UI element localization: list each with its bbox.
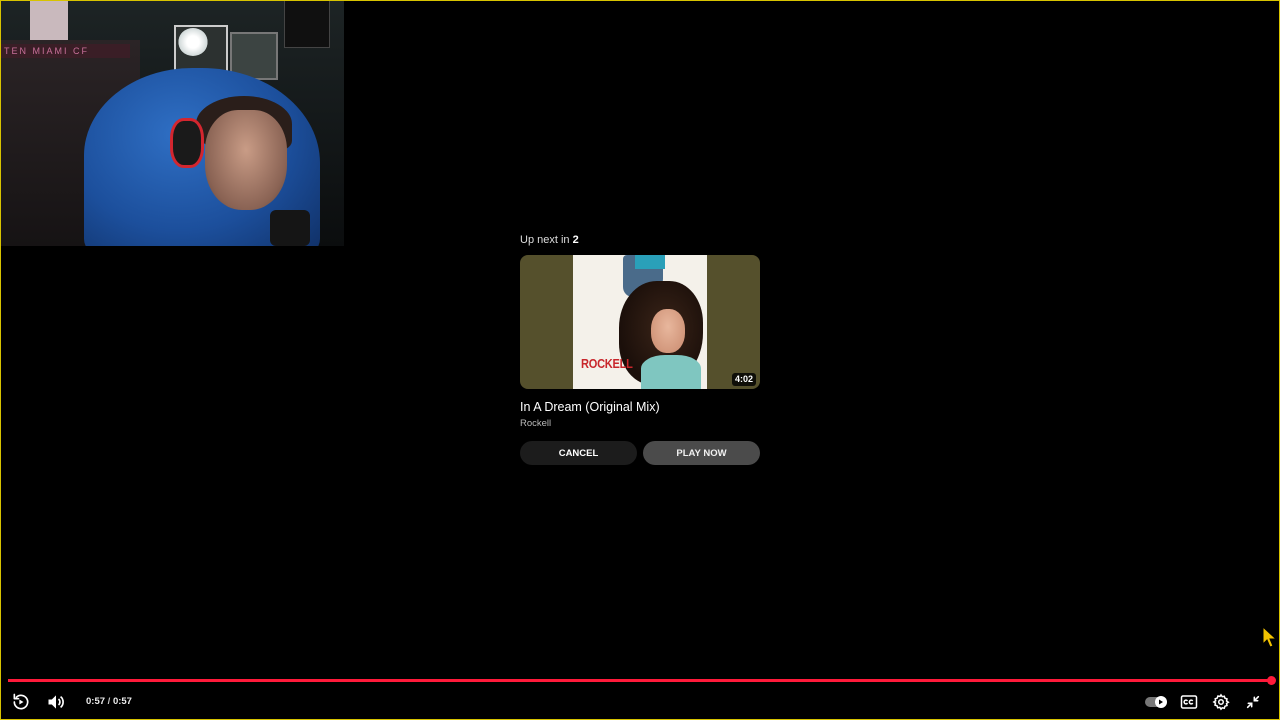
duration-badge: 4:02 <box>731 373 756 386</box>
streamer-face <box>205 110 287 210</box>
up-next-title[interactable]: In A Dream (Original Mix) <box>520 399 760 415</box>
up-next-thumbnail[interactable]: ROCKELL 4:02 <box>520 255 760 389</box>
volume-icon[interactable] <box>42 688 70 716</box>
total-time: 0:57 <box>112 696 132 707</box>
album-cover-brand: ROCKELL <box>581 356 633 371</box>
replay-icon[interactable] <box>7 688 35 716</box>
play-now-button[interactable]: PLAY NOW <box>643 441 760 465</box>
progress-bar[interactable] <box>8 676 1276 685</box>
microphone <box>270 210 310 246</box>
album-cover: ROCKELL <box>573 255 707 389</box>
wall-poster <box>30 0 68 40</box>
player-controls: 0:57 / 0:57 <box>0 688 1280 716</box>
captions-icon[interactable] <box>1175 688 1203 716</box>
current-time: 0:57 <box>86 696 106 707</box>
webcam-overlay: TEN MIAMI CF <box>0 0 344 246</box>
autoplay-toggle-icon[interactable] <box>1143 688 1171 716</box>
cancel-button[interactable]: CANCEL <box>520 441 637 465</box>
wall-poster <box>284 0 330 48</box>
exit-fullscreen-icon[interactable] <box>1239 688 1267 716</box>
time-display: 0:57 / 0:57 <box>86 696 132 707</box>
wall-banner: TEN MIAMI CF <box>0 44 130 58</box>
gear-icon[interactable] <box>1207 688 1235 716</box>
ceiling-lamp <box>178 28 208 56</box>
up-next-channel[interactable]: Rockell <box>520 417 760 431</box>
up-next-card: Up next in 2 ROCKELL 4:02 In A Dream (Or… <box>520 232 760 465</box>
up-next-label: Up next in 2 <box>520 234 579 246</box>
mouse-cursor <box>1262 626 1278 648</box>
progress-scrubber[interactable] <box>1267 676 1276 685</box>
headset <box>170 118 204 168</box>
up-next-actions: CANCEL PLAY NOW <box>520 441 760 465</box>
up-next-countdown: 2 <box>572 234 579 246</box>
